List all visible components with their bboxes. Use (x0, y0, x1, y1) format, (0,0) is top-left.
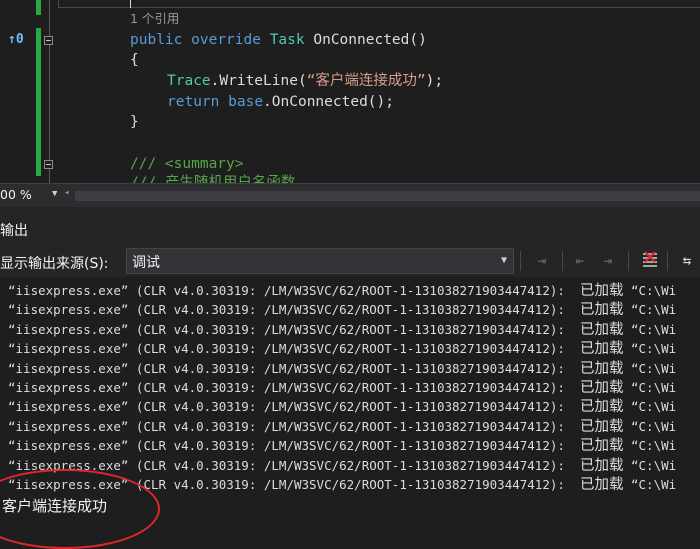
output-source-value: 调试 (132, 255, 160, 271)
log-line-source: “iisexpress.exe” (CLR v4.0.30319: /LM/W3… (8, 360, 565, 376)
code-line-summary-comment: /// <summary> (130, 156, 244, 172)
log-line-path: “C:\Wi (623, 477, 677, 492)
toolbar-separator (628, 251, 629, 271)
code-editor[interactable]: ↑0 1 个引用 public override Task OnConnecte… (0, 0, 700, 183)
toolbar-separator (520, 251, 521, 271)
log-line-status: 已加载 (579, 380, 624, 396)
log-line-status: 已加载 (579, 341, 624, 358)
log-line-path: “C:\Wi (623, 321, 677, 337)
log-line-final: 客户端连接成功 (2, 497, 108, 515)
log-line-status: 已加载 (579, 457, 624, 474)
log-line-status: 已加载 (579, 283, 624, 299)
log-line: “iisexpress.exe” (CLR v4.0.30319: /LM/W3… (8, 436, 676, 455)
log-line-source: “iisexpress.exe” (CLR v4.0.30319: /LM/W3… (8, 283, 565, 298)
zoom-level[interactable]: 00 % (0, 187, 32, 202)
method-call: .WriteLine( (210, 73, 307, 89)
log-line-status: 已加载 (579, 399, 624, 416)
log-line-path: “C:\Wi (623, 341, 677, 357)
text-cursor (130, 0, 131, 8)
output-source-dropdown[interactable]: 调试 ▼ (126, 248, 514, 274)
code-line-close-brace: } (130, 114, 139, 130)
change-indicator (36, 28, 41, 176)
horizontal-scrollbar[interactable] (75, 191, 700, 201)
toolbar-separator (667, 251, 668, 271)
log-line-path: “C:\Wi (623, 380, 677, 395)
code-line-trace: Trace.WriteLine(“客户端连接成功”); (167, 71, 443, 91)
next-message-icon[interactable]: ⇥ (597, 250, 619, 272)
editor-gutter: ↑0 (0, 0, 58, 183)
editor-status-strip: 00 % ▼ ◂ (0, 183, 700, 207)
outline-guide (49, 0, 50, 183)
log-line-status: 已加载 (579, 302, 624, 319)
log-line-source: “iisexpress.exe” (CLR v4.0.30319: /LM/W3… (8, 380, 565, 395)
chevron-down-icon[interactable]: ▼ (501, 255, 507, 266)
keyword: base (228, 94, 264, 110)
type-name: Task (269, 32, 305, 48)
log-line-path: “C:\Wi (623, 399, 677, 415)
codelens-ref-icon[interactable]: ↑0 (8, 32, 24, 47)
method-call: .OnConnected(); (263, 94, 394, 110)
output-log[interactable]: “iisexpress.exe” (CLR v4.0.30319: /LM/W3… (0, 277, 700, 531)
log-line-status: 已加载 (579, 477, 624, 493)
output-panel: 输出 显示输出来源(S): 调试 ▼ ⇥ ⇤ ⇥ ⇆ “iisexpress.e… (0, 207, 700, 549)
log-line-path: “C:\Wi (623, 283, 677, 298)
collapse-icon[interactable] (44, 160, 53, 169)
code-line-signature: public override Task OnConnected() (130, 30, 427, 50)
code-line-open-brace: { (130, 52, 139, 68)
log-line-status: 已加载 (579, 321, 624, 338)
log-line-path: “C:\Wi (623, 438, 677, 454)
code-line-partial-comment: /// 产生随机用户名函数 (130, 175, 296, 183)
punctuation: ); (425, 73, 444, 89)
keyword: override (191, 32, 261, 48)
method-name: OnConnected() (313, 32, 427, 48)
log-line-source: “iisexpress.exe” (CLR v4.0.30319: /LM/W3… (8, 438, 565, 454)
log-line-source: “iisexpress.exe” (CLR v4.0.30319: /LM/W3… (8, 341, 565, 357)
type-name: Trace (167, 73, 211, 89)
clear-all-icon[interactable] (639, 250, 661, 272)
log-line: “iisexpress.exe” (CLR v4.0.30319: /LM/W3… (8, 456, 676, 475)
log-line: “iisexpress.exe” (CLR v4.0.30319: /LM/W3… (8, 339, 676, 358)
log-line-source: “iisexpress.exe” (CLR v4.0.30319: /LM/W3… (8, 477, 565, 492)
previous-block-border (58, 0, 700, 8)
chevron-down-icon[interactable]: ▼ (52, 189, 57, 199)
find-message-icon[interactable]: ⇥ (531, 250, 553, 272)
panel-title: 输出 (0, 223, 28, 239)
log-line-source: “iisexpress.exe” (CLR v4.0.30319: /LM/W3… (8, 457, 565, 473)
log-line-path: “C:\Wi (623, 457, 677, 473)
log-line-status: 已加载 (579, 438, 624, 455)
codelens-references[interactable]: 1 个引用 (130, 9, 179, 29)
log-line-path: “C:\Wi (623, 302, 677, 318)
change-indicator (36, 0, 41, 15)
log-line: “iisexpress.exe” (CLR v4.0.30319: /LM/W3… (8, 320, 676, 339)
log-line: “iisexpress.exe” (CLR v4.0.30319: /LM/W3… (8, 378, 676, 397)
log-line-source: “iisexpress.exe” (CLR v4.0.30319: /LM/W3… (8, 302, 565, 318)
keyword: public (130, 32, 183, 48)
log-line-status: 已加载 (579, 418, 624, 435)
source-label: 显示输出来源(S): (0, 256, 109, 272)
code-line-return: return base.OnConnected(); (167, 92, 394, 112)
log-line: “iisexpress.exe” (CLR v4.0.30319: /LM/W3… (8, 281, 676, 300)
log-line: “iisexpress.exe” (CLR v4.0.30319: /LM/W3… (8, 359, 676, 378)
log-line: “iisexpress.exe” (CLR v4.0.30319: /LM/W3… (8, 417, 676, 436)
string-literal: “客户端连接成功” (306, 73, 426, 89)
log-line-status: 已加载 (579, 360, 624, 377)
log-line: “iisexpress.exe” (CLR v4.0.30319: /LM/W3… (8, 397, 676, 416)
log-line-path: “C:\Wi (623, 360, 677, 376)
scroll-left-icon[interactable]: ◂ (64, 188, 69, 198)
log-line-source: “iisexpress.exe” (CLR v4.0.30319: /LM/W3… (8, 399, 565, 415)
log-line: “iisexpress.exe” (CLR v4.0.30319: /LM/W3… (8, 475, 676, 494)
previous-message-icon[interactable]: ⇤ (569, 250, 591, 272)
log-line-path: “C:\Wi (623, 418, 677, 434)
collapse-icon[interactable] (44, 36, 53, 45)
toolbar-separator (562, 251, 563, 271)
word-wrap-icon[interactable]: ⇆ (676, 250, 698, 272)
log-line: “iisexpress.exe” (CLR v4.0.30319: /LM/W3… (8, 300, 676, 319)
log-line-source: “iisexpress.exe” (CLR v4.0.30319: /LM/W3… (8, 418, 565, 434)
keyword: return (167, 94, 220, 110)
log-line-source: “iisexpress.exe” (CLR v4.0.30319: /LM/W3… (8, 321, 565, 337)
